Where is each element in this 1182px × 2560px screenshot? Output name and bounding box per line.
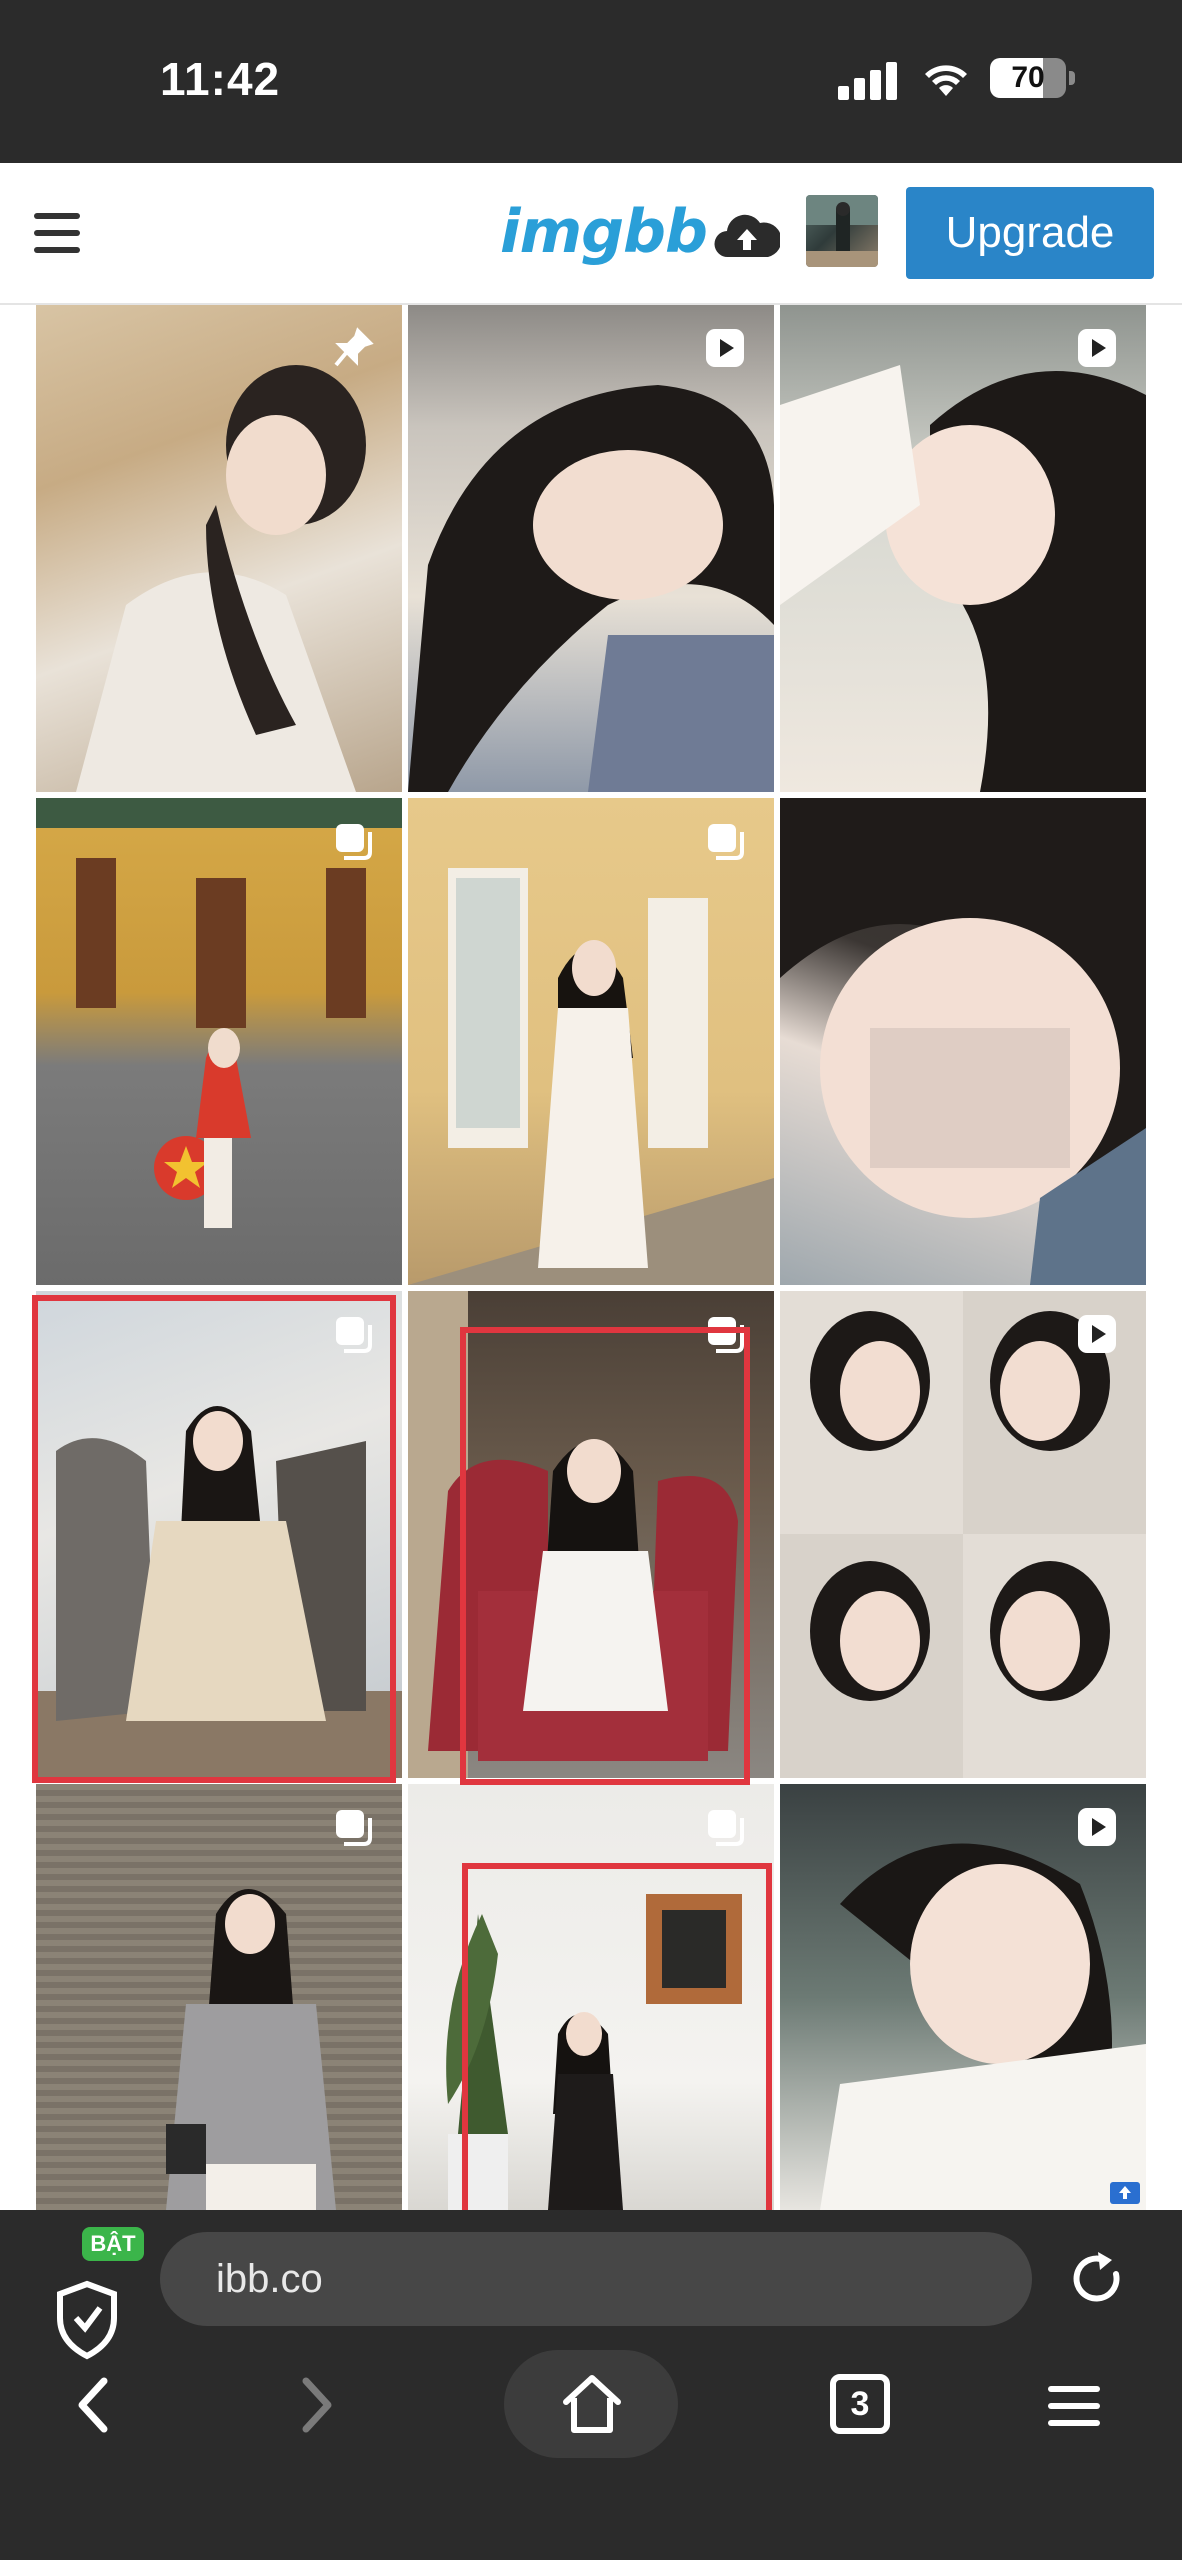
multiple-images-icon	[336, 1317, 372, 1353]
multiple-images-icon	[336, 824, 372, 860]
cloud-upload-icon[interactable]	[714, 207, 780, 261]
battery-icon: 70	[990, 58, 1076, 100]
hamburger-icon[interactable]	[34, 213, 80, 253]
multiple-images-icon	[708, 1317, 744, 1353]
shield-status-badge: BẬT	[82, 2227, 144, 2261]
video-play-icon	[1078, 1808, 1116, 1846]
signal-icon	[838, 60, 900, 100]
site-header: imgbb Upgrade	[0, 163, 1182, 305]
multiple-images-icon	[708, 1810, 744, 1846]
address-bar[interactable]: ibb.co	[160, 2232, 1032, 2326]
gallery-tile[interactable]	[408, 798, 774, 1285]
clock: 11:42	[160, 53, 281, 105]
tab-count: 3	[850, 2385, 870, 2423]
video-play-icon	[706, 329, 744, 367]
gallery-tile[interactable]	[780, 798, 1146, 1285]
pin-icon	[334, 327, 374, 367]
video-play-icon	[1078, 1315, 1116, 1353]
status-bar: 11:42 70	[0, 0, 1182, 163]
shield-icon[interactable]	[52, 2278, 122, 2360]
gallery-tile[interactable]	[780, 305, 1146, 792]
wifi-icon	[925, 65, 967, 96]
reload-icon[interactable]	[1070, 2250, 1126, 2308]
corner-info-icon[interactable]	[1110, 2178, 1140, 2204]
imgbb-logo[interactable]: imgbb	[500, 197, 708, 267]
gallery-tile[interactable]	[36, 305, 402, 792]
gallery-tile[interactable]	[408, 1784, 774, 2210]
tabs-icon[interactable]: 3	[830, 2374, 890, 2434]
gallery-tile[interactable]	[780, 1291, 1146, 1778]
home-icon[interactable]	[560, 2372, 624, 2434]
back-icon[interactable]	[72, 2375, 112, 2435]
gallery-tile[interactable]	[36, 798, 402, 1285]
video-play-icon	[1078, 329, 1116, 367]
gallery-tile[interactable]	[408, 305, 774, 792]
gallery-tile[interactable]	[36, 1784, 402, 2210]
url-text: ibb.co	[216, 2257, 323, 2301]
gallery-tile[interactable]	[780, 1784, 1146, 2210]
multiple-images-icon	[336, 1810, 372, 1846]
avatar[interactable]	[806, 195, 878, 267]
upgrade-button[interactable]: Upgrade	[906, 187, 1154, 279]
gallery-tile[interactable]	[408, 1291, 774, 1778]
battery-level: 70	[1011, 61, 1045, 94]
forward-icon[interactable]	[298, 2375, 338, 2435]
gallery-tile[interactable]	[36, 1291, 402, 1778]
menu-icon[interactable]	[1048, 2386, 1100, 2426]
multiple-images-icon	[708, 824, 744, 860]
image-gallery	[0, 305, 1182, 2210]
